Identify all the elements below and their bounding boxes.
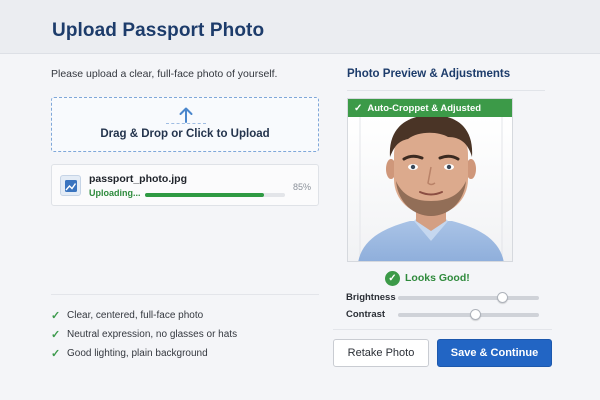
upload-instructions: Please upload a clear, full-face photo o…	[51, 68, 278, 80]
upload-status: Uploading...	[89, 188, 141, 198]
brightness-label: Brightness	[346, 292, 396, 303]
checkmark-icon: ✓	[51, 329, 61, 341]
upload-dropzone[interactable]: Drag & Drop or Click to Upload	[51, 97, 319, 152]
upload-progress-bar	[145, 193, 285, 197]
page-header: Upload Passport Photo	[0, 0, 600, 54]
photo-status-text: Looks Good!	[405, 272, 470, 284]
auto-crop-banner: ✓ Auto-Croppet & Adjusted	[348, 99, 512, 117]
upload-progress-percent: 85%	[292, 182, 311, 192]
preview-section-title: Photo Preview & Adjustments	[347, 68, 511, 80]
section-divider	[51, 294, 319, 295]
photo-requirements-list: ✓ Clear, centered, full-face photo ✓ Neu…	[51, 306, 237, 363]
requirement-item: ✓ Good lighting, plain background	[51, 344, 237, 363]
brightness-slider-handle[interactable]	[497, 292, 508, 303]
contrast-label: Contrast	[346, 309, 386, 320]
contrast-slider-handle[interactable]	[470, 309, 481, 320]
auto-crop-banner-text: Auto-Croppet & Adjusted	[367, 102, 482, 114]
brightness-slider[interactable]	[398, 292, 539, 303]
retake-photo-button[interactable]: Retake Photo	[333, 339, 429, 367]
passport-photo-image	[348, 117, 512, 261]
upload-progress-fill	[145, 193, 264, 197]
requirement-text: Good lighting, plain background	[67, 348, 208, 359]
actions-divider	[333, 329, 552, 330]
upload-file-card: passport_photo.jpg Uploading... 85%	[51, 164, 319, 206]
save-continue-button[interactable]: Save & Continue	[437, 339, 552, 367]
checkmark-icon: ✓	[51, 310, 61, 322]
upload-arrow-icon	[179, 107, 193, 123]
requirement-text: Neutral expression, no glasses or hats	[67, 329, 238, 340]
requirement-text: Clear, centered, full-face photo	[67, 310, 204, 321]
contrast-slider[interactable]	[398, 309, 539, 320]
dropzone-label: Drag & Drop or Click to Upload	[100, 128, 270, 140]
file-name: passport_photo.jpg	[89, 173, 187, 185]
photo-preview: ✓ Auto-Croppet & Adjusted	[347, 98, 513, 262]
preview-title-divider	[347, 90, 545, 91]
requirement-item: ✓ Clear, centered, full-face photo	[51, 306, 237, 325]
check-circle-icon: ✓	[385, 270, 400, 286]
requirement-item: ✓ Neutral expression, no glasses or hats	[51, 325, 237, 344]
photo-status: ✓ Looks Good!	[385, 270, 470, 286]
checkmark-icon: ✓	[51, 348, 61, 360]
page-title: Upload Passport Photo	[52, 20, 265, 41]
image-file-icon	[60, 175, 81, 196]
dropzone-divider	[166, 123, 206, 124]
checkmark-icon: ✓	[354, 102, 363, 114]
